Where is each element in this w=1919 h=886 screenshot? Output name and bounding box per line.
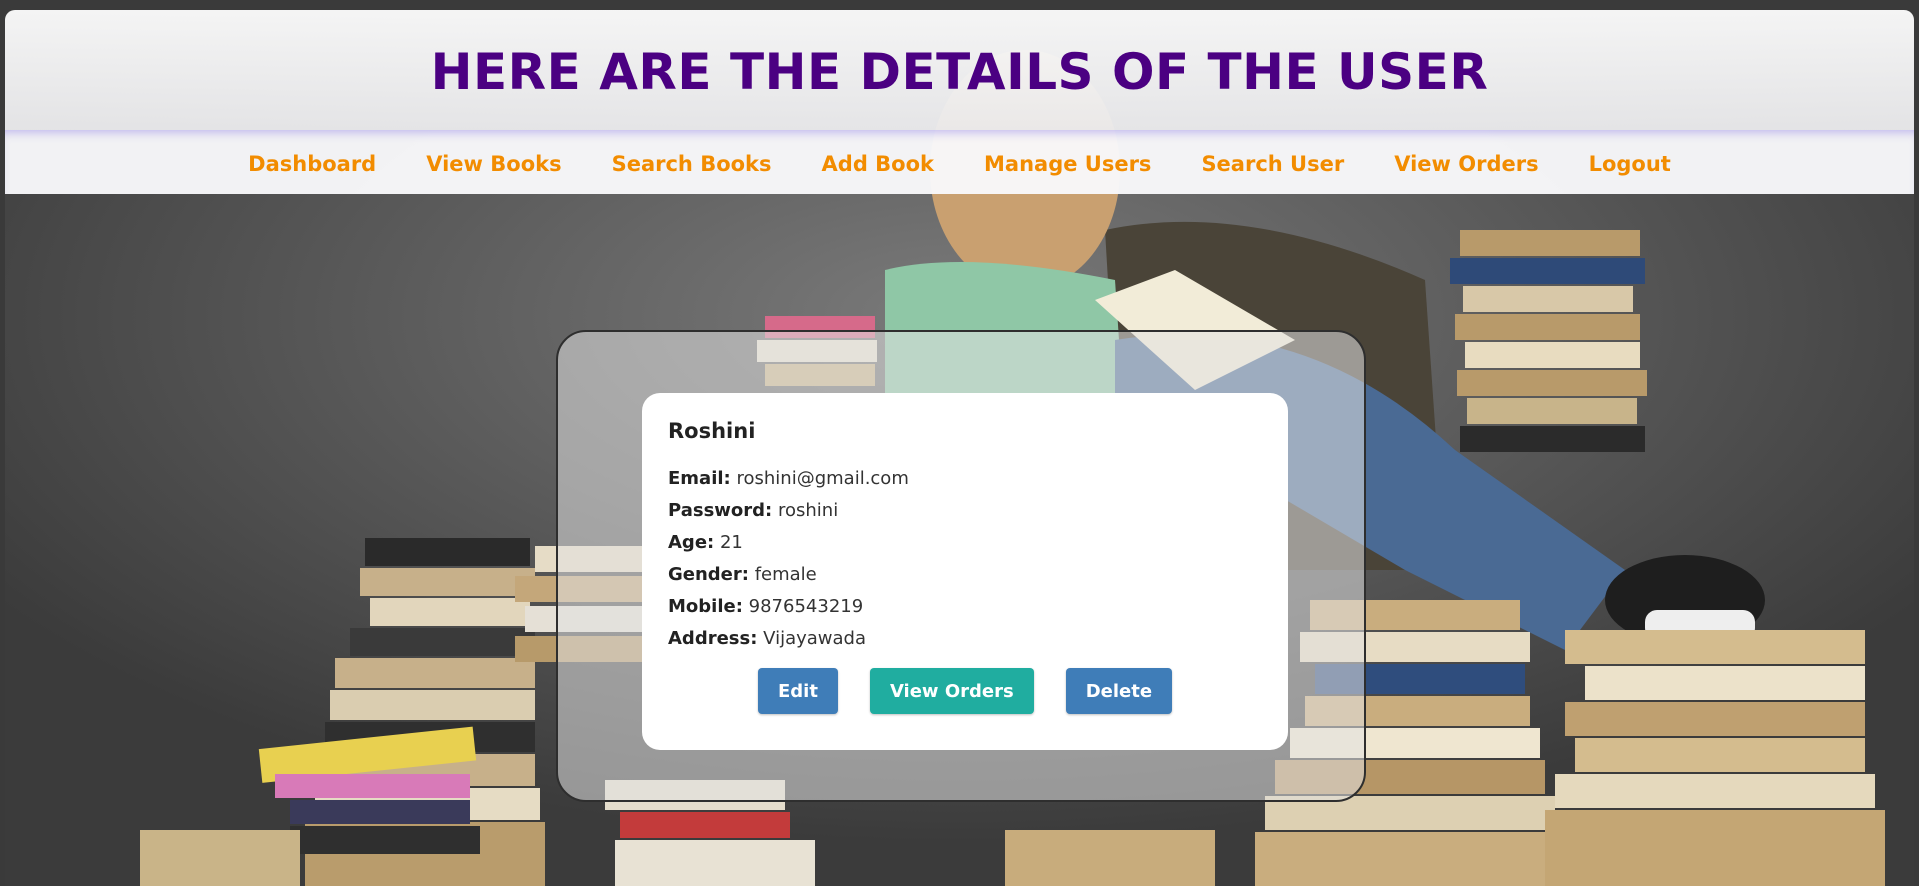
view-orders-button[interactable]: View Orders [869, 668, 1034, 714]
nav-logout[interactable]: Logout [1589, 152, 1671, 176]
gender-row: Gender: female [668, 559, 1262, 591]
gender-label: Gender: [668, 564, 749, 585]
edit-button[interactable]: Edit [757, 668, 838, 714]
mobile-row: Mobile: 9876543219 [668, 591, 1262, 623]
page-title: HERE ARE THE DETAILS OF THE USER [430, 43, 1489, 101]
age-value: 21 [719, 532, 743, 553]
nav-search-books[interactable]: Search Books [612, 152, 772, 176]
address-row: Address: Vijayawada [668, 623, 1262, 655]
nav-view-orders[interactable]: View Orders [1394, 152, 1538, 176]
main-nav: Dashboard View Books Search Books Add Bo… [5, 130, 1914, 194]
nav-dashboard[interactable]: Dashboard [248, 152, 376, 176]
user-name: Roshini [668, 419, 756, 443]
page-header: HERE ARE THE DETAILS OF THE USER [5, 10, 1914, 130]
nav-search-user[interactable]: Search User [1201, 152, 1344, 176]
email-row: Email: roshini@gmail.com [668, 463, 1262, 495]
password-row: Password: roshini [668, 495, 1262, 527]
password-label: Password: [668, 500, 773, 521]
password-value: roshini [777, 500, 839, 521]
nav-manage-users[interactable]: Manage Users [984, 152, 1151, 176]
card-actions: Edit View Orders Delete [642, 668, 1288, 714]
user-card: Roshini Email: roshini@gmail.com Passwor… [642, 393, 1288, 750]
delete-button[interactable]: Delete [1065, 668, 1173, 714]
address-label: Address: [668, 628, 758, 649]
browser-viewport: HERE ARE THE DETAILS OF THE USER Dashboa… [5, 10, 1914, 886]
address-value: Vijayawada [763, 628, 866, 649]
gender-value: female [754, 564, 817, 585]
email-value: roshini@gmail.com [736, 468, 909, 489]
nav-view-books[interactable]: View Books [426, 152, 561, 176]
nav-add-book[interactable]: Add Book [822, 152, 934, 176]
email-label: Email: [668, 468, 731, 489]
age-label: Age: [668, 532, 715, 553]
mobile-value: 9876543219 [748, 596, 864, 617]
age-row: Age: 21 [668, 527, 1262, 559]
mobile-label: Mobile: [668, 596, 743, 617]
